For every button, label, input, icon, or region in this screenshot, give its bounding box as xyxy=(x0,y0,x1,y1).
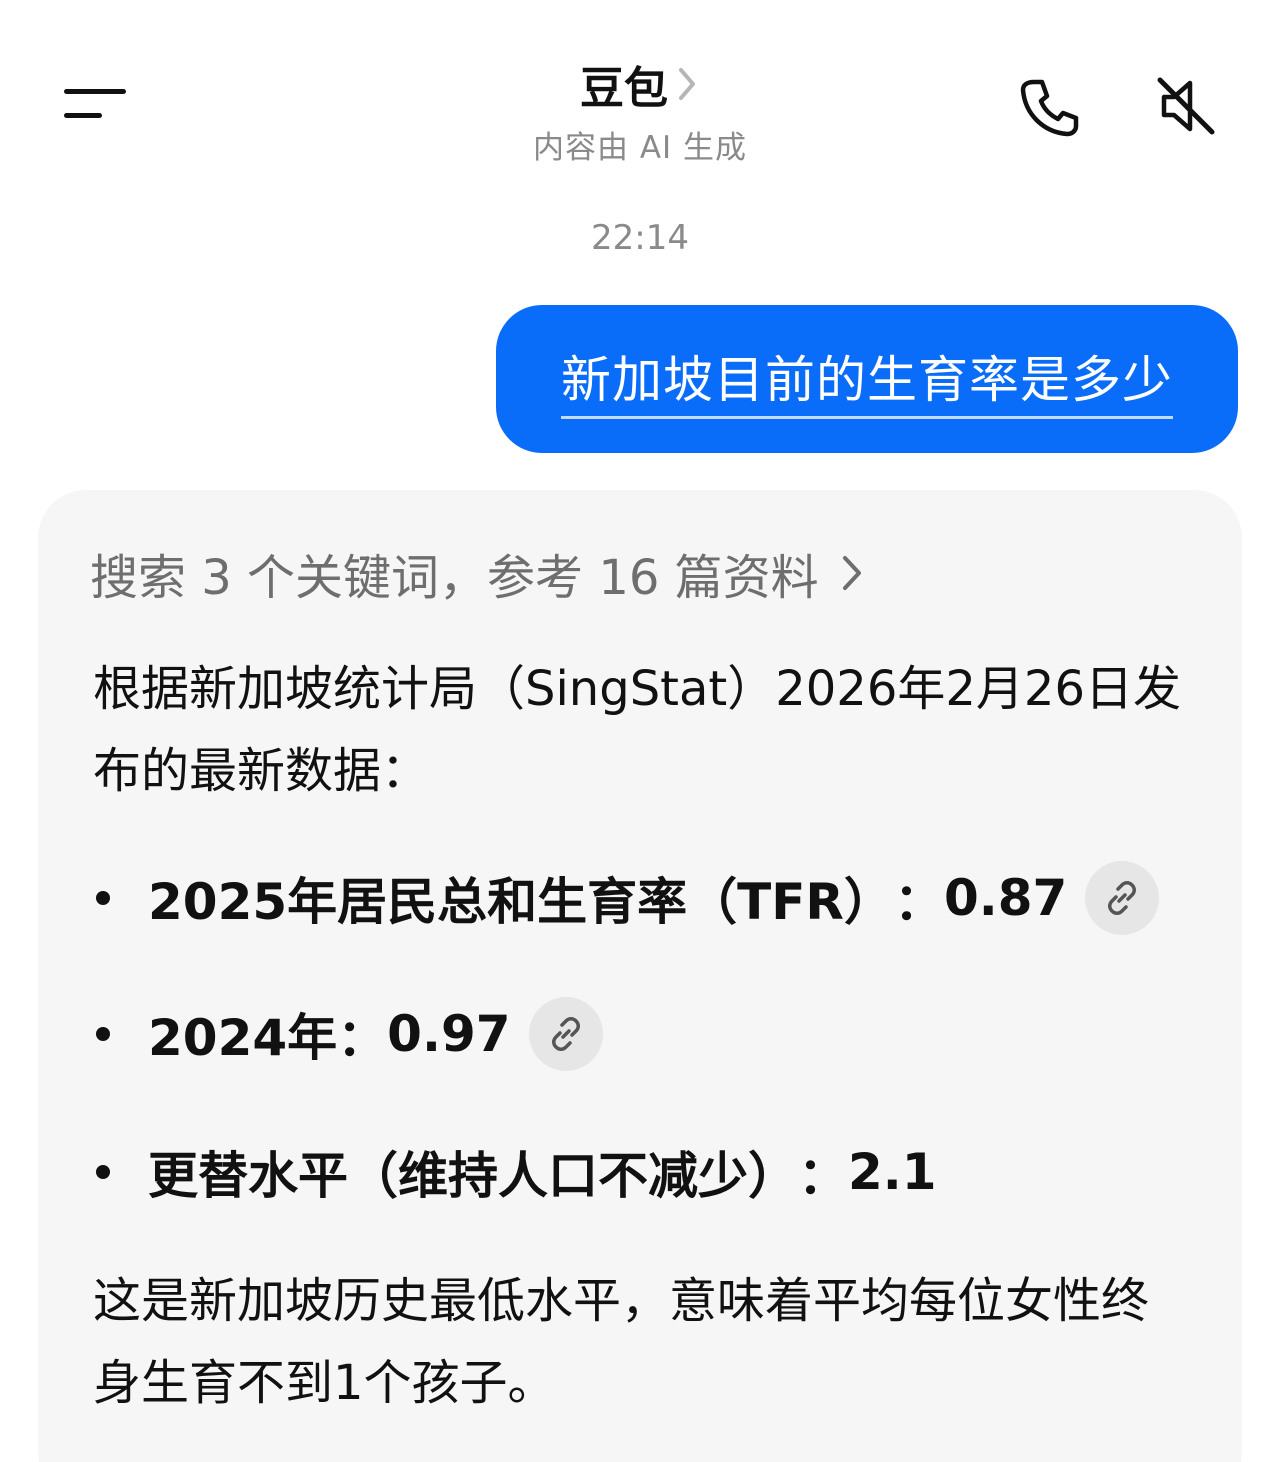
ai-generated-notice: 内容由 AI 生成 xyxy=(532,130,748,166)
response-intro: 根据新加坡统计局（SingStat）2026年2月26日发布的最新数据： xyxy=(93,661,1181,799)
chat-header: 豆包 内容由 AI 生成 xyxy=(0,0,1280,190)
search-sources-button[interactable]: 搜索 3 个关键词，参考 16 篇资料 xyxy=(90,538,865,608)
title-area: 豆包 内容由 AI 生成 xyxy=(0,52,1280,167)
user-message-bubble[interactable]: 新加坡目前的生育率是多少 xyxy=(496,305,1238,453)
phone-icon xyxy=(1020,79,1079,137)
source-link-button[interactable] xyxy=(1085,861,1160,935)
bullet-separator: ： xyxy=(893,873,944,931)
list-item: 2024年 ： 0.97 xyxy=(96,996,603,1072)
bullet-value: 2.1 xyxy=(848,1143,937,1201)
message-timestamp: 22:14 xyxy=(591,218,689,258)
source-link-button[interactable] xyxy=(528,997,603,1071)
bullet-dot xyxy=(96,1027,110,1041)
bullet-separator: ： xyxy=(798,1147,848,1205)
voice-call-button[interactable] xyxy=(1012,72,1084,144)
bullet-separator: ： xyxy=(337,1009,388,1067)
response-conclusion: 这是新加坡历史最低水平，意味着平均每位女性终身生育不到1个孩子。 xyxy=(93,1273,1150,1411)
link-icon xyxy=(551,1017,580,1051)
user-message-text: 新加坡目前的生育率是多少 xyxy=(561,340,1173,419)
bullet-value: 0.97 xyxy=(387,1005,511,1063)
search-summary-text: 搜索 3 个关键词，参考 16 篇资料 xyxy=(90,550,819,606)
chat-screen: 豆包 内容由 AI 生成 22:14 新加坡目前的生育率是多少 搜索 3 个关键… xyxy=(0,0,1280,1462)
link-icon xyxy=(1108,881,1137,915)
bot-title-button[interactable]: 豆包 xyxy=(580,52,700,116)
ai-response-card: 搜索 3 个关键词，参考 16 篇资料 根据新加坡统计局（SingStat）20… xyxy=(38,490,1242,1462)
chevron-right-icon xyxy=(679,68,695,100)
bullet-label: 更替水平（维持人口不减少） xyxy=(148,1147,798,1205)
bullet-label: 2025年居民总和生育率（TFR） xyxy=(148,873,894,931)
bullet-dot xyxy=(96,1165,110,1179)
chevron-right-icon xyxy=(842,556,861,590)
mute-toggle-button[interactable] xyxy=(1150,70,1222,142)
bot-name: 豆包 xyxy=(580,63,668,114)
list-item: 2025年居民总和生育率（TFR） ： 0.87 xyxy=(96,860,1160,936)
bullet-label: 2024年 xyxy=(148,1009,338,1067)
bullet-dot xyxy=(96,891,110,905)
speaker-muted-icon xyxy=(1157,77,1215,135)
list-item: 更替水平（维持人口不减少） ： 2.1 xyxy=(96,1134,937,1210)
bullet-value: 0.87 xyxy=(943,869,1068,927)
